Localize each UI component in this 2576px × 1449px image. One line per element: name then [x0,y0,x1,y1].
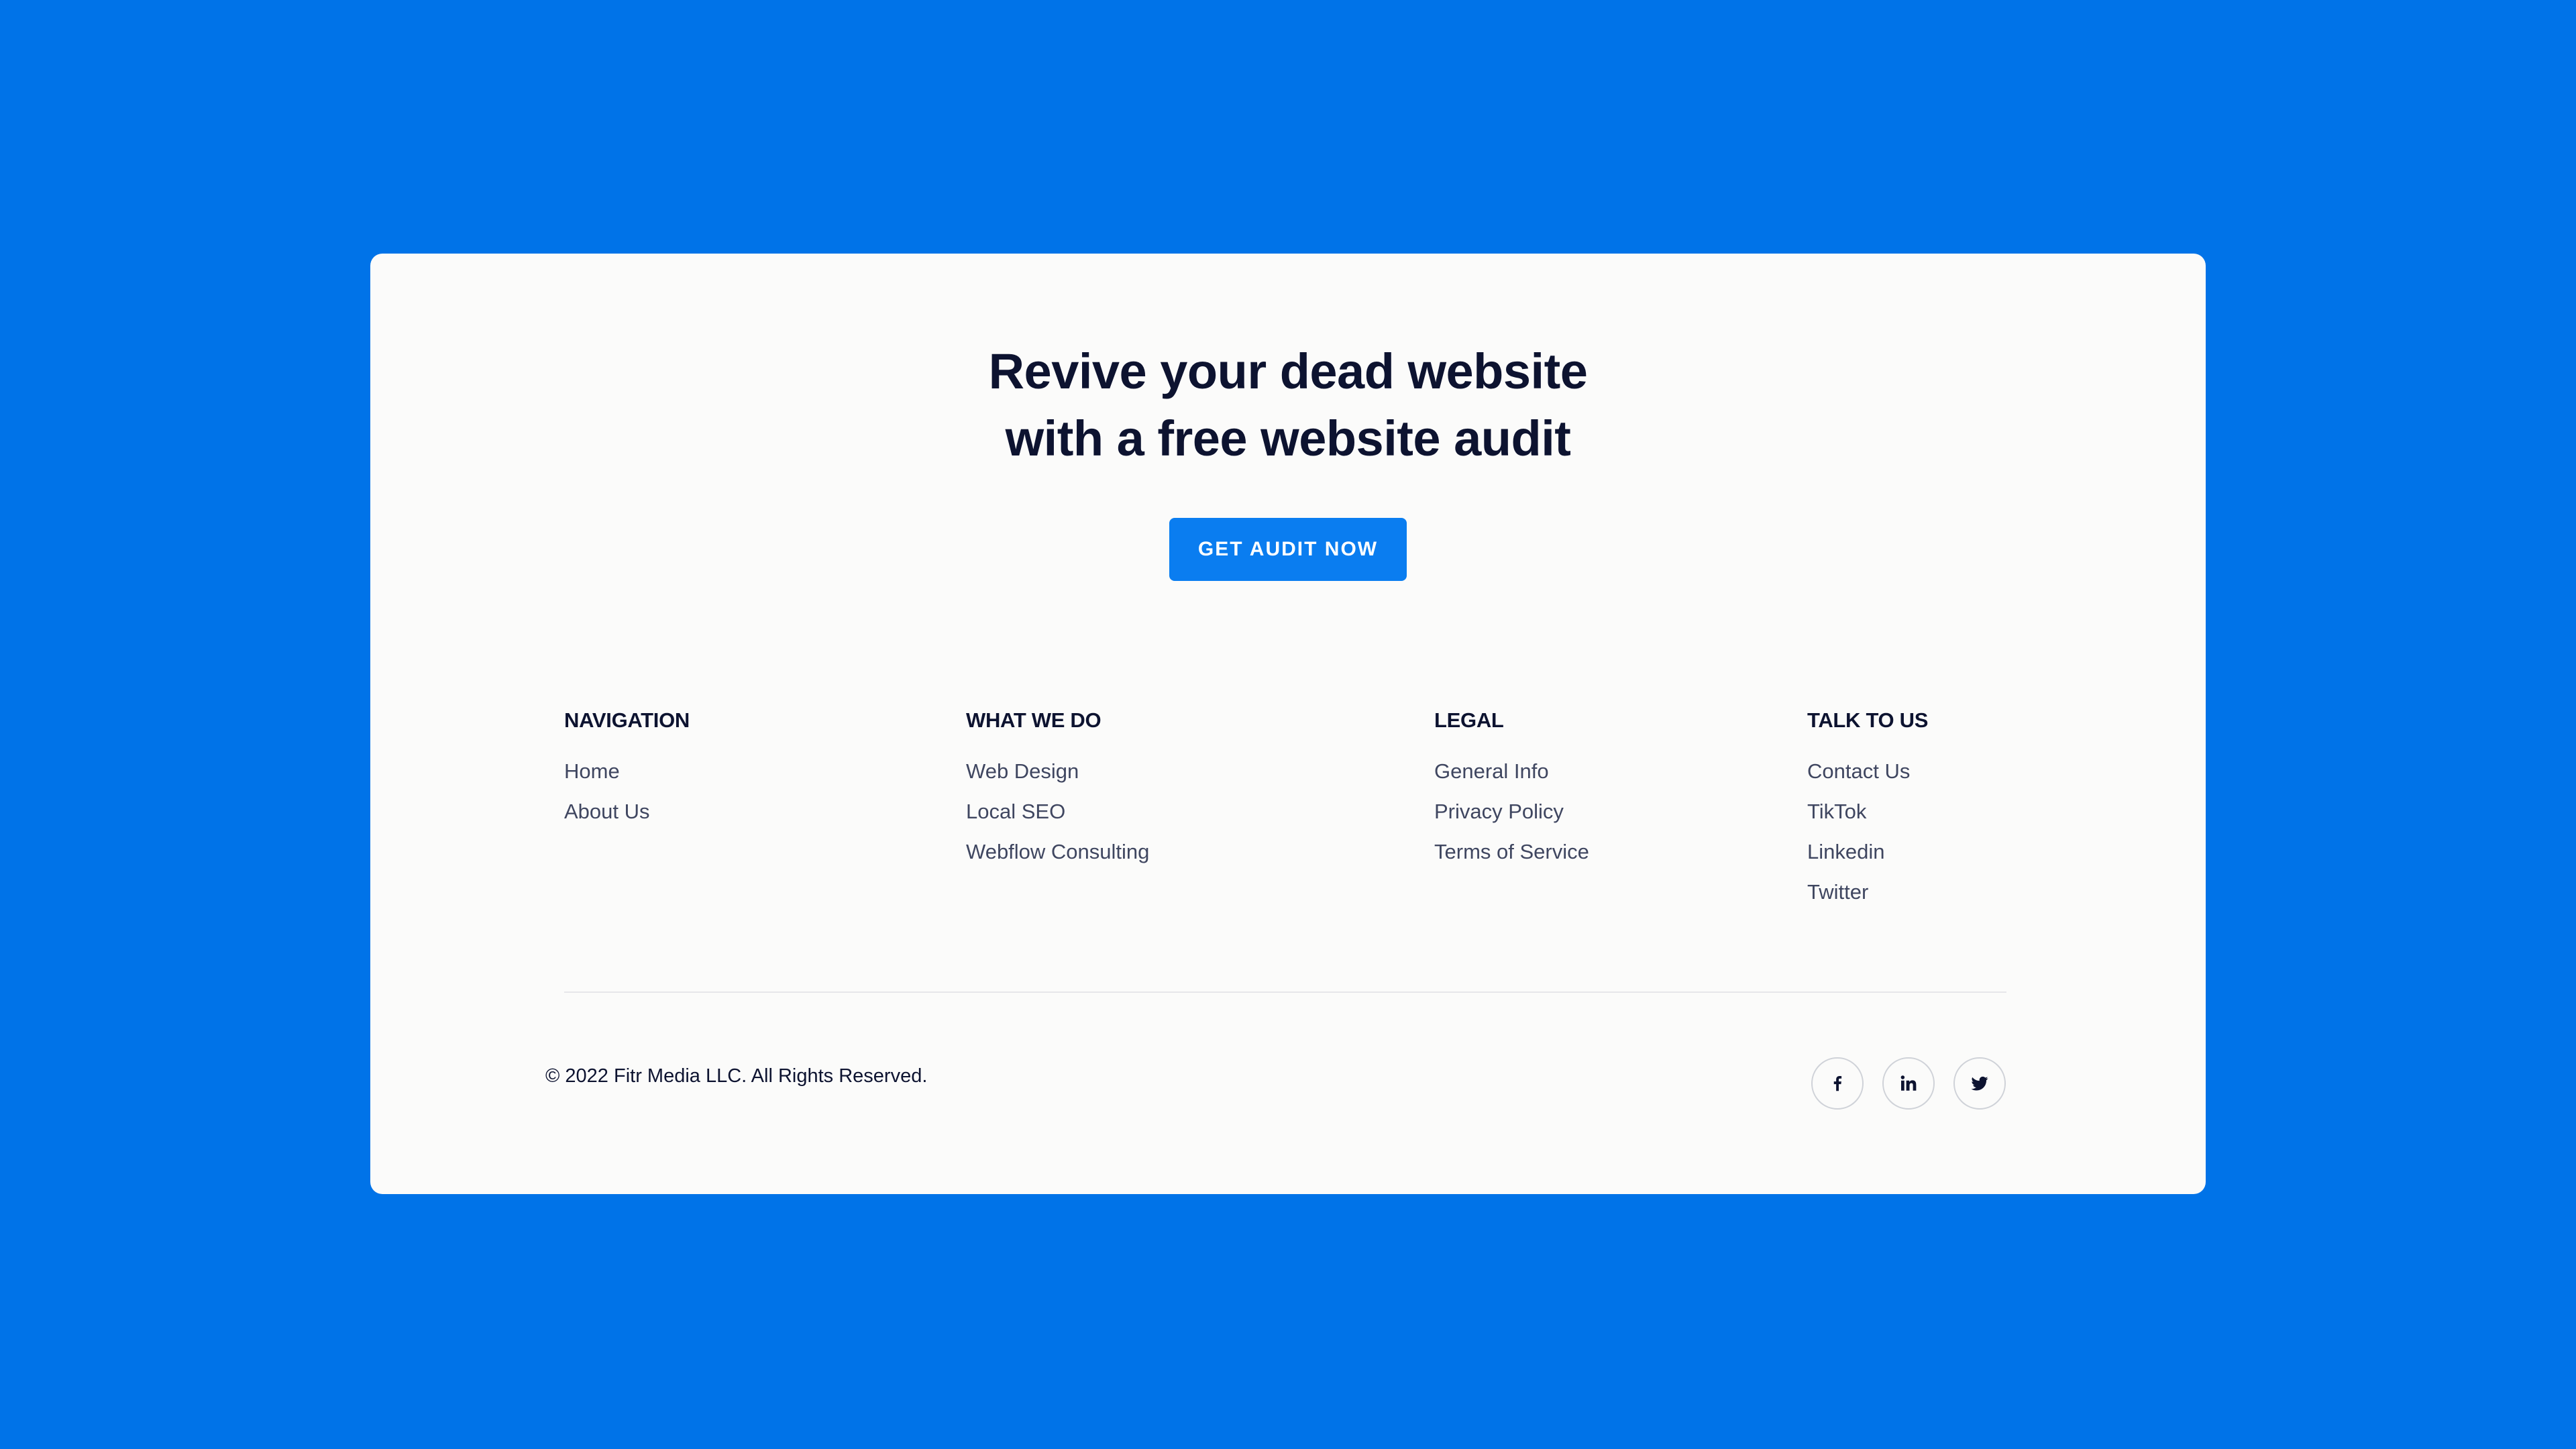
footer-link-contact-us[interactable]: Contact Us [1807,759,1910,783]
footer-link-linkedin[interactable]: Linkedin [1807,840,1884,863]
cta-heading-line-1: Revive your dead website [988,343,1588,399]
footer-link-list: Web Design Local SEO Webflow Consulting [966,759,1149,880]
list-item: Web Design [966,759,1149,800]
linkedin-icon [1900,1075,1917,1091]
footer-column-legal: LEGAL General Info Privacy Policy Terms … [1434,708,1589,880]
footer-link-terms-of-service[interactable]: Terms of Service [1434,840,1589,863]
footer-card: Revive your dead website with a free web… [370,254,2206,1194]
list-item: Local SEO [966,800,1149,840]
list-item: TikTok [1807,800,1928,840]
footer-divider [564,991,2006,993]
footer-link-list: General Info Privacy Policy Terms of Ser… [1434,759,1589,880]
cta-heading-line-2: with a free website audit [1005,411,1571,466]
footer-column-navigation: NAVIGATION Home About Us [564,708,690,840]
footer-link-webflow-consulting[interactable]: Webflow Consulting [966,840,1149,863]
list-item: Linkedin [1807,840,1928,880]
get-audit-now-button[interactable]: GET AUDIT NOW [1169,518,1407,581]
facebook-button[interactable] [1811,1057,1864,1110]
list-item: Webflow Consulting [966,840,1149,880]
footer-link-local-seo[interactable]: Local SEO [966,800,1065,823]
footer-link-list: Home About Us [564,759,690,840]
twitter-button[interactable] [1953,1057,2006,1110]
footer-link-list: Contact Us TikTok Linkedin Twitter [1807,759,1928,920]
footer-link-twitter[interactable]: Twitter [1807,880,1868,904]
footer-column-heading: LEGAL [1434,708,1504,732]
list-item: About Us [564,800,690,840]
footer-link-privacy-policy[interactable]: Privacy Policy [1434,800,1564,823]
cta-heading: Revive your dead website with a free web… [370,338,2206,472]
list-item: General Info [1434,759,1589,800]
footer-column-talk-to-us: TALK TO US Contact Us TikTok Linkedin Tw… [1807,708,1928,920]
copyright-text: © 2022 Fitr Media LLC. All Rights Reserv… [545,1065,928,1087]
list-item: Twitter [1807,880,1928,920]
footer-link-general-info[interactable]: General Info [1434,759,1549,783]
linkedin-button[interactable] [1882,1057,1935,1110]
footer-link-home[interactable]: Home [564,759,620,783]
footer-link-web-design[interactable]: Web Design [966,759,1079,783]
twitter-icon [1971,1076,1988,1091]
facebook-icon [1833,1076,1842,1091]
list-item: Privacy Policy [1434,800,1589,840]
footer-link-tiktok[interactable]: TikTok [1807,800,1866,823]
list-item: Terms of Service [1434,840,1589,880]
list-item: Contact Us [1807,759,1928,800]
footer-column-what-we-do: WHAT WE DO Web Design Local SEO Webflow … [966,708,1149,880]
footer-column-heading: TALK TO US [1807,708,1929,732]
footer-link-about-us[interactable]: About Us [564,800,650,823]
footer-column-heading: NAVIGATION [564,708,690,732]
list-item: Home [564,759,690,800]
footer-column-heading: WHAT WE DO [966,708,1102,732]
